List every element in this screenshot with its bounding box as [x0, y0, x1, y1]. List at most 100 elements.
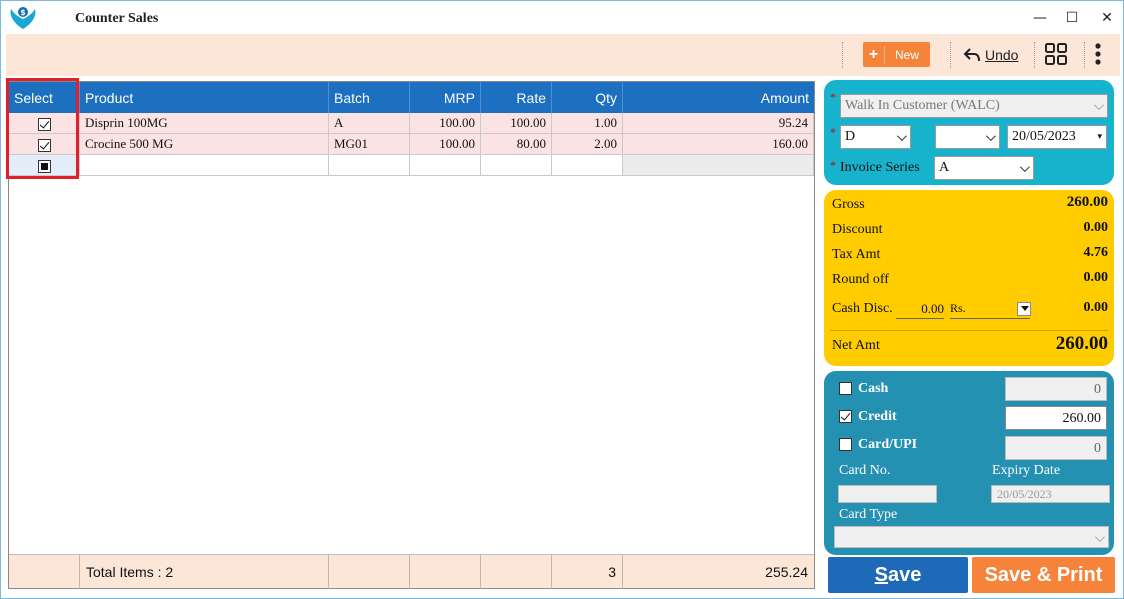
cash-amount-field[interactable]: 0: [1005, 377, 1107, 401]
required-mark: *: [830, 125, 836, 139]
roundoff-label: Round off: [832, 272, 889, 287]
new-button-label: New: [895, 47, 920, 62]
product-cell[interactable]: [80, 155, 329, 176]
maximize-button[interactable]: ☐: [1057, 7, 1087, 29]
cash-disc-value: 0.00: [1083, 300, 1109, 315]
card-upi-checkbox[interactable]: [839, 438, 852, 451]
gross-value: 260.00: [1066, 194, 1108, 210]
title-bar: $ Counter Sales — ☐ ✕: [1, 1, 1123, 34]
required-mark: *: [830, 90, 836, 104]
column-header-rate[interactable]: Rate: [481, 82, 552, 113]
toolbar: + New Undo: [6, 34, 1120, 76]
save-button[interactable]: Save: [828, 557, 968, 593]
card-no-input[interactable]: [838, 485, 937, 503]
amount-cell[interactable]: 95.24: [623, 113, 814, 134]
credit-checkbox[interactable]: [839, 410, 852, 423]
items-grid: Select Product Batch MRP Rate Qty Amount…: [8, 81, 815, 589]
invoice-series-select[interactable]: A: [934, 156, 1034, 180]
summary-panel: Gross 260.00 Discount 0.00 Tax Amt 4.76 …: [824, 190, 1114, 366]
table-row[interactable]: Crocine 500 MG MG01 100.00 80.00 2.00 16…: [9, 134, 814, 155]
counter-sales-window: $ Counter Sales — ☐ ✕ + New Undo Select …: [0, 0, 1124, 599]
credit-amount-field[interactable]: 260.00: [1005, 406, 1107, 430]
tax-value: 4.76: [1083, 245, 1109, 260]
qty-cell[interactable]: [552, 155, 623, 176]
cash-checkbox[interactable]: [839, 382, 852, 395]
rate-cell[interactable]: [481, 155, 552, 176]
net-amt-value: 260.00: [1055, 333, 1108, 354]
type-select-value: D: [845, 129, 856, 144]
undo-icon: [963, 48, 980, 62]
customer-select[interactable]: Walk In Customer (WALC): [840, 94, 1108, 118]
blank-select[interactable]: [935, 125, 1000, 149]
batch-cell[interactable]: A: [329, 113, 410, 134]
type-select[interactable]: D: [840, 125, 911, 149]
undo-button[interactable]: Undo: [963, 44, 1018, 66]
toolbar-divider: [950, 42, 951, 68]
gross-label: Gross: [832, 197, 865, 212]
cash-disc-input[interactable]: 0.00: [896, 301, 944, 319]
table-row[interactable]: Disprin 100MG A 100.00 100.00 1.00 95.24: [9, 113, 814, 134]
discount-value: 0.00: [1083, 220, 1109, 235]
card-no-label: Card No.: [839, 463, 891, 478]
customer-panel: * Walk In Customer (WALC) * D 20/05/2023…: [824, 80, 1114, 185]
expiry-date-picker[interactable]: 20/05/2023: [991, 485, 1110, 503]
chevron-down-icon: [891, 127, 909, 147]
invoice-series-label: Invoice Series: [840, 160, 920, 175]
credit-label: Credit: [858, 409, 897, 424]
save-print-button[interactable]: Save & Print: [972, 557, 1115, 593]
grid-footer: Total Items : 2 3 255.24: [9, 554, 814, 589]
save-mnemonic: S: [874, 563, 888, 586]
date-picker-value: 20/05/2023: [1012, 129, 1076, 144]
card-amount-field[interactable]: 0: [1005, 436, 1107, 460]
app-logo-icon: $: [10, 7, 36, 29]
close-button[interactable]: ✕: [1092, 7, 1122, 29]
amount-cell: [623, 155, 814, 176]
column-header-qty[interactable]: Qty: [552, 82, 623, 113]
footer-mrp-cell: [410, 555, 481, 589]
date-picker[interactable]: 20/05/2023 ▾: [1007, 125, 1107, 149]
cash-label: Cash: [858, 381, 889, 396]
card-upi-label: Card/UPI: [858, 437, 918, 452]
product-cell[interactable]: Crocine 500 MG: [80, 134, 329, 155]
batch-cell[interactable]: [329, 155, 410, 176]
rate-cell[interactable]: 100.00: [481, 113, 552, 134]
batch-cell[interactable]: MG01: [329, 134, 410, 155]
column-header-batch[interactable]: Batch: [329, 82, 410, 113]
grid-view-icon[interactable]: [1045, 43, 1067, 65]
undo-button-label: Undo: [985, 47, 1019, 63]
minimize-button[interactable]: —: [1025, 7, 1055, 29]
product-cell[interactable]: Disprin 100MG: [80, 113, 329, 134]
net-amt-label: Net Amt: [832, 338, 880, 353]
card-type-label: Card Type: [839, 507, 898, 522]
qty-cell[interactable]: 1.00: [552, 113, 623, 134]
mrp-cell[interactable]: 100.00: [410, 134, 481, 155]
rate-cell[interactable]: 80.00: [481, 134, 552, 155]
expiry-date-label: Expiry Date: [992, 463, 1061, 478]
mrp-cell[interactable]: [410, 155, 481, 176]
footer-batch-cell: [329, 555, 410, 589]
customer-select-value: Walk In Customer (WALC): [845, 98, 1000, 113]
plus-icon: +: [863, 45, 885, 64]
mrp-cell[interactable]: 100.00: [410, 113, 481, 134]
column-header-product[interactable]: Product: [80, 82, 329, 113]
discount-label: Discount: [832, 222, 883, 237]
invoice-series-value: A: [939, 160, 950, 175]
grid-header: Select Product Batch MRP Rate Qty Amount: [9, 82, 814, 113]
chevron-down-icon: [1089, 528, 1107, 548]
new-button[interactable]: + New: [863, 42, 930, 67]
window-title: Counter Sales: [75, 11, 159, 26]
card-type-select[interactable]: [834, 526, 1109, 548]
required-mark: *: [830, 158, 836, 172]
column-header-amount[interactable]: Amount: [623, 82, 814, 113]
more-options-icon[interactable]: [1094, 42, 1102, 66]
chevron-down-icon: [1088, 96, 1106, 116]
date-dropdown-icon: ▾: [1097, 132, 1102, 142]
column-header-mrp[interactable]: MRP: [410, 82, 481, 113]
chevron-down-icon[interactable]: [1017, 302, 1031, 316]
qty-cell[interactable]: 2.00: [552, 134, 623, 155]
new-entry-row[interactable]: [9, 155, 814, 176]
footer-select-cell: [9, 555, 80, 589]
payment-panel: Cash 0 Credit 260.00 Card/UPI 0 Card No.…: [824, 371, 1114, 555]
total-items-label: Total Items : 2: [80, 555, 329, 589]
amount-cell[interactable]: 160.00: [623, 134, 814, 155]
